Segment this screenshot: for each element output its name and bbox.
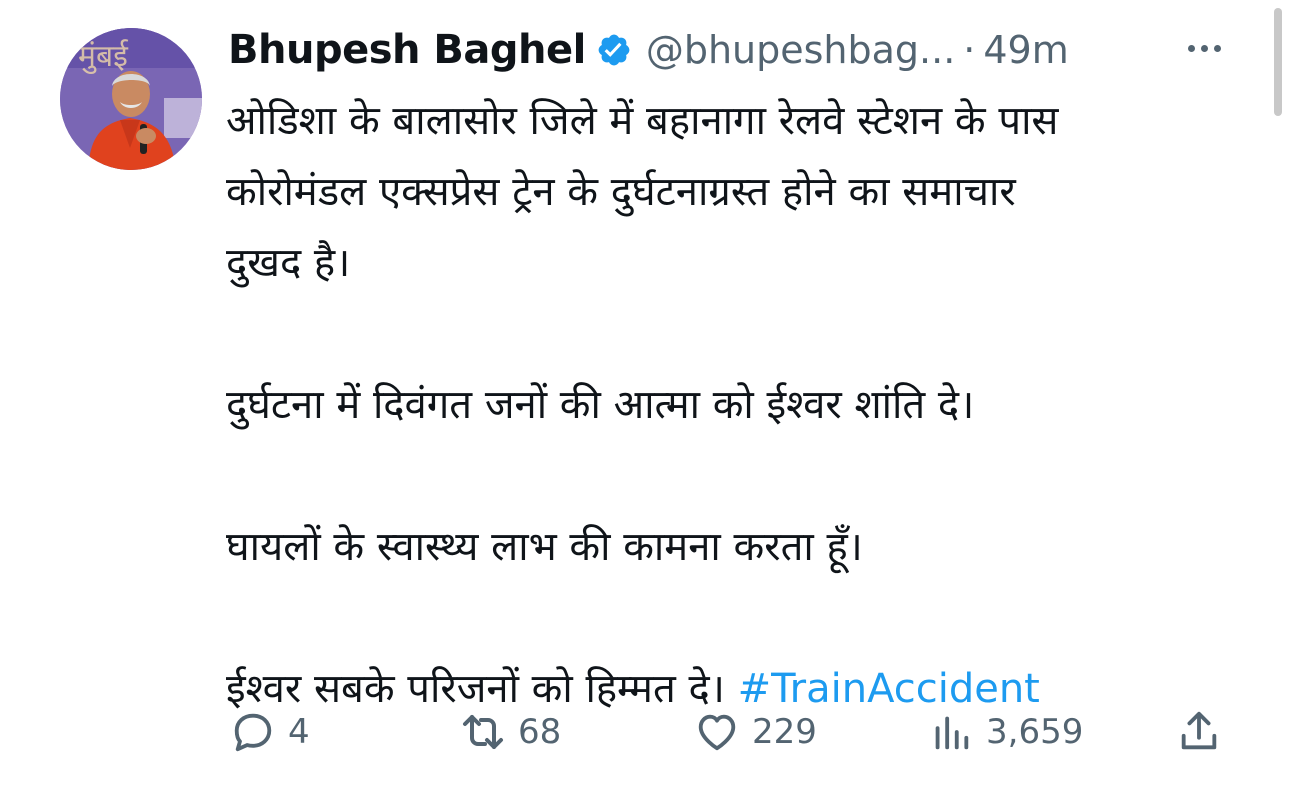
reply-icon <box>228 707 278 757</box>
share-button[interactable] <box>1174 700 1224 764</box>
tweet-line: कोरोमंडल एक्सप्रेस ट्रेन के दुर्घटनाग्रस… <box>226 169 1016 215</box>
retweet-button[interactable]: 68 <box>458 700 561 764</box>
tweet-line: ओडिशा के बालासोर जिले में बहानागा रेलवे … <box>226 98 1059 144</box>
separator-dot: · <box>963 28 976 72</box>
like-button[interactable]: 229 <box>692 700 817 764</box>
tweet-text: ओडिशा के बालासोर जिले में बहानागा रेलवे … <box>226 86 1216 725</box>
tweet-timestamp[interactable]: 49m <box>983 28 1068 72</box>
share-icon <box>1174 707 1224 757</box>
tweet-line: घायलों के स्वास्थ्य लाभ की कामना करता हू… <box>226 524 863 570</box>
like-count: 229 <box>752 712 817 752</box>
avatar[interactable]: मुंबई <box>60 28 202 170</box>
retweet-count: 68 <box>518 712 562 752</box>
tweet-header: Bhupesh Baghel @bhupeshbag... · 49m <box>228 22 1069 78</box>
views-chart-icon <box>926 707 976 757</box>
heart-icon <box>692 707 742 757</box>
verified-badge-icon <box>596 32 632 68</box>
reply-button[interactable]: 4 <box>228 700 310 764</box>
tweet-actions: 4 68 229 3,659 <box>228 700 1238 764</box>
more-options-icon[interactable] <box>1180 30 1228 66</box>
views-button[interactable]: 3,659 <box>926 700 1083 764</box>
retweet-icon <box>458 707 508 757</box>
tweet-card[interactable]: मुंबई Bhupesh Baghel @bhupeshbag... · 49… <box>0 0 1290 805</box>
tweet-line: दुखद है। <box>226 240 351 286</box>
author-handle[interactable]: @bhupeshbag... <box>646 28 955 72</box>
author-name[interactable]: Bhupesh Baghel <box>228 27 586 73</box>
reply-count: 4 <box>288 712 310 752</box>
scrollbar[interactable] <box>1274 8 1282 116</box>
svg-text:मुंबई: मुंबई <box>78 39 129 75</box>
views-count: 3,659 <box>986 712 1084 752</box>
tweet-line: दुर्घटना में दिवंगत जनों की आत्मा को ईश्… <box>226 382 975 428</box>
